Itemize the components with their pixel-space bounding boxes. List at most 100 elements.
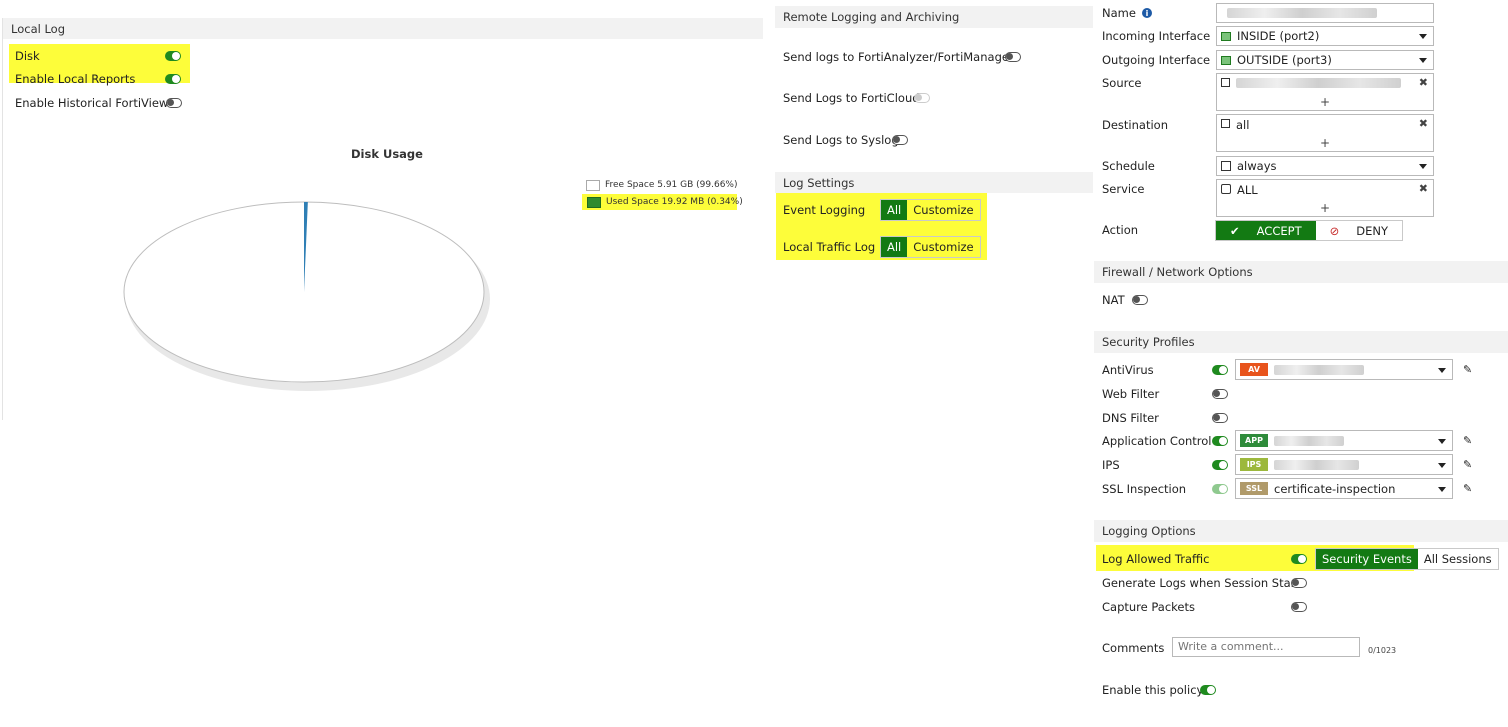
edit-icon[interactable]: ✎ (1463, 363, 1473, 376)
disk-toggle[interactable] (165, 51, 181, 61)
appcontrol-select[interactable]: APP (1235, 430, 1453, 451)
security-profiles-header: Security Profiles (1094, 331, 1508, 353)
remove-icon[interactable]: ✖ (1419, 76, 1428, 89)
antivirus-value-redacted (1274, 364, 1364, 375)
forticloud-toggle[interactable] (914, 93, 930, 103)
service-field[interactable]: ALL ✖ + (1216, 179, 1434, 217)
add-service-icon[interactable]: + (1217, 201, 1433, 215)
source-value-redacted (1236, 78, 1401, 88)
destination-field[interactable]: all ✖ + (1216, 114, 1434, 152)
log-settings-title: Log Settings (783, 175, 855, 190)
destination-row: Destination (1102, 117, 1168, 133)
address-icon (1221, 78, 1230, 87)
local-reports-toggle[interactable] (165, 74, 181, 84)
appcontrol-row: Application Control (1102, 433, 1211, 449)
service-row: Service (1102, 181, 1145, 197)
legend-free-swatch (586, 179, 600, 191)
name-input[interactable] (1216, 3, 1434, 23)
syslog-row: Send Logs to Syslog (783, 132, 899, 148)
edit-icon[interactable]: ✎ (1463, 434, 1473, 447)
ssl-select[interactable]: SSL certificate-inspection (1235, 478, 1453, 499)
remove-icon[interactable]: ✖ (1419, 182, 1428, 195)
local-traffic-customize-button[interactable]: Customize (907, 237, 979, 257)
outgoing-value: OUTSIDE (port3) (1237, 53, 1332, 67)
ssl-tag: SSL (1240, 482, 1268, 495)
legend-free-label: Free Space 5.91 GB (99.66%) (605, 180, 738, 190)
outgoing-label: Outgoing Interface (1102, 53, 1211, 67)
appcontrol-value-redacted (1274, 435, 1344, 446)
ips-tag: IPS (1240, 458, 1268, 471)
legend-free: Free Space 5.91 GB (99.66%) (586, 178, 738, 192)
comments-row: Comments (1102, 640, 1164, 656)
dnsfilter-toggle[interactable] (1212, 413, 1228, 423)
webfilter-label: Web Filter (1102, 387, 1160, 401)
fortianalyzer-row: Send logs to FortiAnalyzer/FortiManager (783, 49, 1014, 65)
webfilter-toggle[interactable] (1212, 389, 1228, 399)
dnsfilter-label: DNS Filter (1102, 411, 1159, 425)
event-logging-all-button[interactable]: All (881, 200, 908, 220)
antivirus-toggle[interactable] (1212, 365, 1228, 375)
local-traffic-options: All Customize (880, 236, 981, 258)
edit-icon[interactable]: ✎ (1463, 458, 1473, 471)
deny-button[interactable]: ⊘ DENY (1316, 221, 1402, 240)
chevron-down-icon (1419, 58, 1427, 63)
remove-icon[interactable]: ✖ (1419, 117, 1428, 130)
incoming-select[interactable]: INSIDE (port2) (1216, 26, 1434, 46)
edit-icon[interactable]: ✎ (1463, 482, 1473, 495)
enable-policy-toggle[interactable] (1200, 685, 1216, 695)
legend-used-label: Used Space 19.92 MB (0.34%) (606, 197, 743, 207)
nat-toggle[interactable] (1132, 295, 1148, 305)
source-field[interactable]: ✖ + (1216, 73, 1434, 111)
accept-button[interactable]: ✔ ACCEPT (1216, 221, 1316, 240)
outgoing-select[interactable]: OUTSIDE (port3) (1216, 50, 1434, 70)
chevron-down-icon (1419, 34, 1427, 39)
historical-fortiview-toggle[interactable] (166, 98, 182, 108)
disk-usage-title: Disk Usage (351, 147, 423, 161)
action-row: Action (1102, 222, 1138, 238)
ips-toggle[interactable] (1212, 460, 1228, 470)
historical-fortiview-row: Enable Historical FortiView (15, 95, 168, 111)
source-row: Source (1102, 75, 1142, 91)
incoming-value: INSIDE (port2) (1237, 29, 1320, 43)
local-log-header: Local Log (3, 18, 763, 39)
log-allowed-toggle[interactable] (1291, 554, 1307, 564)
log-settings-header: Log Settings (775, 172, 1093, 193)
destination-value: all (1236, 118, 1250, 132)
event-logging-label: Event Logging (783, 203, 866, 217)
syslog-toggle[interactable] (892, 135, 908, 145)
port-icon (1221, 31, 1231, 41)
ssl-value: certificate-inspection (1274, 481, 1396, 496)
ips-select[interactable]: IPS (1235, 454, 1453, 475)
service-icon (1221, 184, 1231, 194)
event-logging-row: Event Logging (783, 202, 865, 218)
antivirus-select[interactable]: AV (1235, 359, 1453, 380)
event-logging-customize-button[interactable]: Customize (907, 200, 979, 220)
generate-logs-toggle[interactable] (1291, 578, 1307, 588)
comments-textarea[interactable] (1172, 637, 1360, 657)
capture-packets-toggle[interactable] (1291, 602, 1307, 612)
enable-policy-row: Enable this policy (1102, 682, 1203, 698)
security-events-button[interactable]: Security Events (1316, 549, 1418, 569)
fortianalyzer-toggle[interactable] (1005, 52, 1021, 62)
nat-row: NAT (1102, 292, 1125, 308)
comments-counter: 0/1023 (1368, 646, 1397, 655)
incoming-label: Incoming Interface (1102, 29, 1211, 43)
all-sessions-button[interactable]: All Sessions (1417, 549, 1498, 569)
enable-policy-label: Enable this policy (1102, 683, 1204, 697)
event-logging-options: All Customize (880, 199, 981, 221)
service-label: Service (1102, 182, 1145, 196)
antivirus-label: AntiVirus (1102, 363, 1154, 377)
deny-label: DENY (1356, 223, 1388, 238)
add-source-icon[interactable]: + (1217, 95, 1433, 109)
local-traffic-all-button[interactable]: All (881, 237, 908, 257)
add-destination-icon[interactable]: + (1217, 136, 1433, 150)
schedule-select[interactable]: always (1216, 156, 1434, 176)
action-options: ✔ ACCEPT ⊘ DENY (1215, 220, 1403, 241)
app-tag: APP (1240, 434, 1268, 447)
check-icon: ✔ (1230, 223, 1240, 238)
schedule-label: Schedule (1102, 159, 1155, 173)
disk-usage-pie (123, 201, 490, 391)
log-allowed-label: Log Allowed Traffic (1102, 552, 1210, 566)
appcontrol-toggle[interactable] (1212, 436, 1228, 446)
firewall-options-title: Firewall / Network Options (1102, 265, 1253, 279)
